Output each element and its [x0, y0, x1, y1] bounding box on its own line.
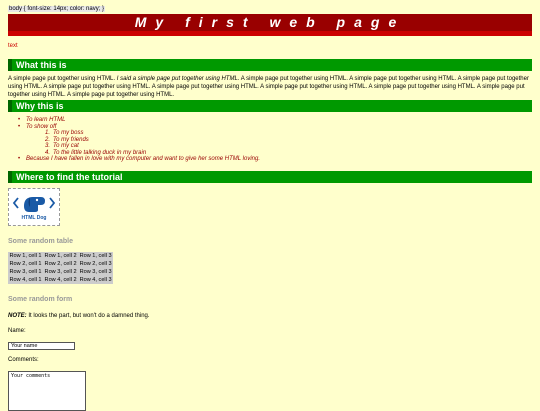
red-text: text: [8, 43, 18, 49]
table-cell: Row 4, cell 2: [44, 277, 77, 283]
table-cell: Row 3, cell 3: [79, 269, 112, 275]
html-dog-logo[interactable]: HTML Dog: [8, 188, 60, 226]
para-emphasis: I said a simple page put together using …: [116, 76, 240, 82]
sub-item-text: To the little talking duck in my brain: [53, 149, 147, 156]
sub-item-text: To my friends: [53, 136, 89, 143]
name-input[interactable]: Your name: [8, 342, 75, 350]
table-cell: Row 3, cell 2: [44, 269, 77, 275]
para-part1: A simple page put together using HTML.: [8, 76, 117, 82]
list-item: To show off 1.To my boss 2.To my friends…: [18, 124, 260, 157]
intro-paragraph: A simple page put together using HTML. I…: [8, 75, 532, 99]
table-cell: Row 2, cell 1: [9, 261, 42, 267]
why-list: To learn HTML To show off 1.To my boss 2…: [18, 117, 260, 163]
table-row: Row 2, cell 1 Row 2, cell 2 Row 2, cell 3: [8, 260, 113, 268]
table-row: Row 1, cell 1 Row 1, cell 2 Row 1, cell 3: [8, 252, 113, 260]
table-cell: Row 1, cell 3: [79, 253, 112, 259]
note-label: NOTE:: [8, 313, 27, 319]
table-cell: Row 2, cell 3: [79, 261, 112, 267]
table-heading: Some random table: [8, 238, 73, 245]
comments-label: Comments:: [8, 357, 39, 363]
note-text: It looks the part, but won't do a damned…: [26, 313, 150, 319]
table-row: Row 4, cell 1 Row 4, cell 2 Row 4, cell 3: [8, 276, 113, 284]
css-snippet: body { font-size: 14px; color: navy; }: [8, 6, 106, 12]
name-label: Name:: [8, 328, 26, 334]
table-cell: Row 1, cell 1: [9, 253, 42, 259]
heading-why: Why this is: [8, 100, 532, 112]
list-item: Because I have fallen in love with my co…: [18, 156, 260, 163]
table-cell: Row 3, cell 1: [9, 269, 42, 275]
table-cell: Row 4, cell 3: [79, 277, 112, 283]
comments-textarea[interactable]: Your comments: [8, 371, 86, 411]
form-heading: Some random form: [8, 296, 73, 303]
heading-where: Where to find the tutorial: [8, 171, 532, 183]
table-cell: Row 4, cell 1: [9, 277, 42, 283]
sub-item-text: To my boss: [53, 130, 84, 136]
table-cell: Row 2, cell 2: [44, 261, 77, 267]
sub-item-text: To my cat: [53, 143, 79, 149]
heading-what: What this is: [8, 59, 532, 71]
table-row: Row 3, cell 1 Row 3, cell 2 Row 3, cell 3: [8, 268, 113, 276]
list-item-label: To show off: [26, 123, 57, 130]
page-title: My first web page: [134, 14, 406, 30]
random-table: Row 1, cell 1 Row 1, cell 2 Row 1, cell 3R…: [8, 252, 114, 284]
page-banner: My first web page: [8, 14, 532, 36]
note: NOTE: It looks the part, but won't do a …: [8, 313, 150, 319]
table-cell: Row 1, cell 2: [44, 253, 77, 259]
logo-text: HTML Dog: [21, 215, 47, 221]
sub-list: 1. To my boss 2. To my friends 3. To my cat…: [26, 130, 260, 156]
